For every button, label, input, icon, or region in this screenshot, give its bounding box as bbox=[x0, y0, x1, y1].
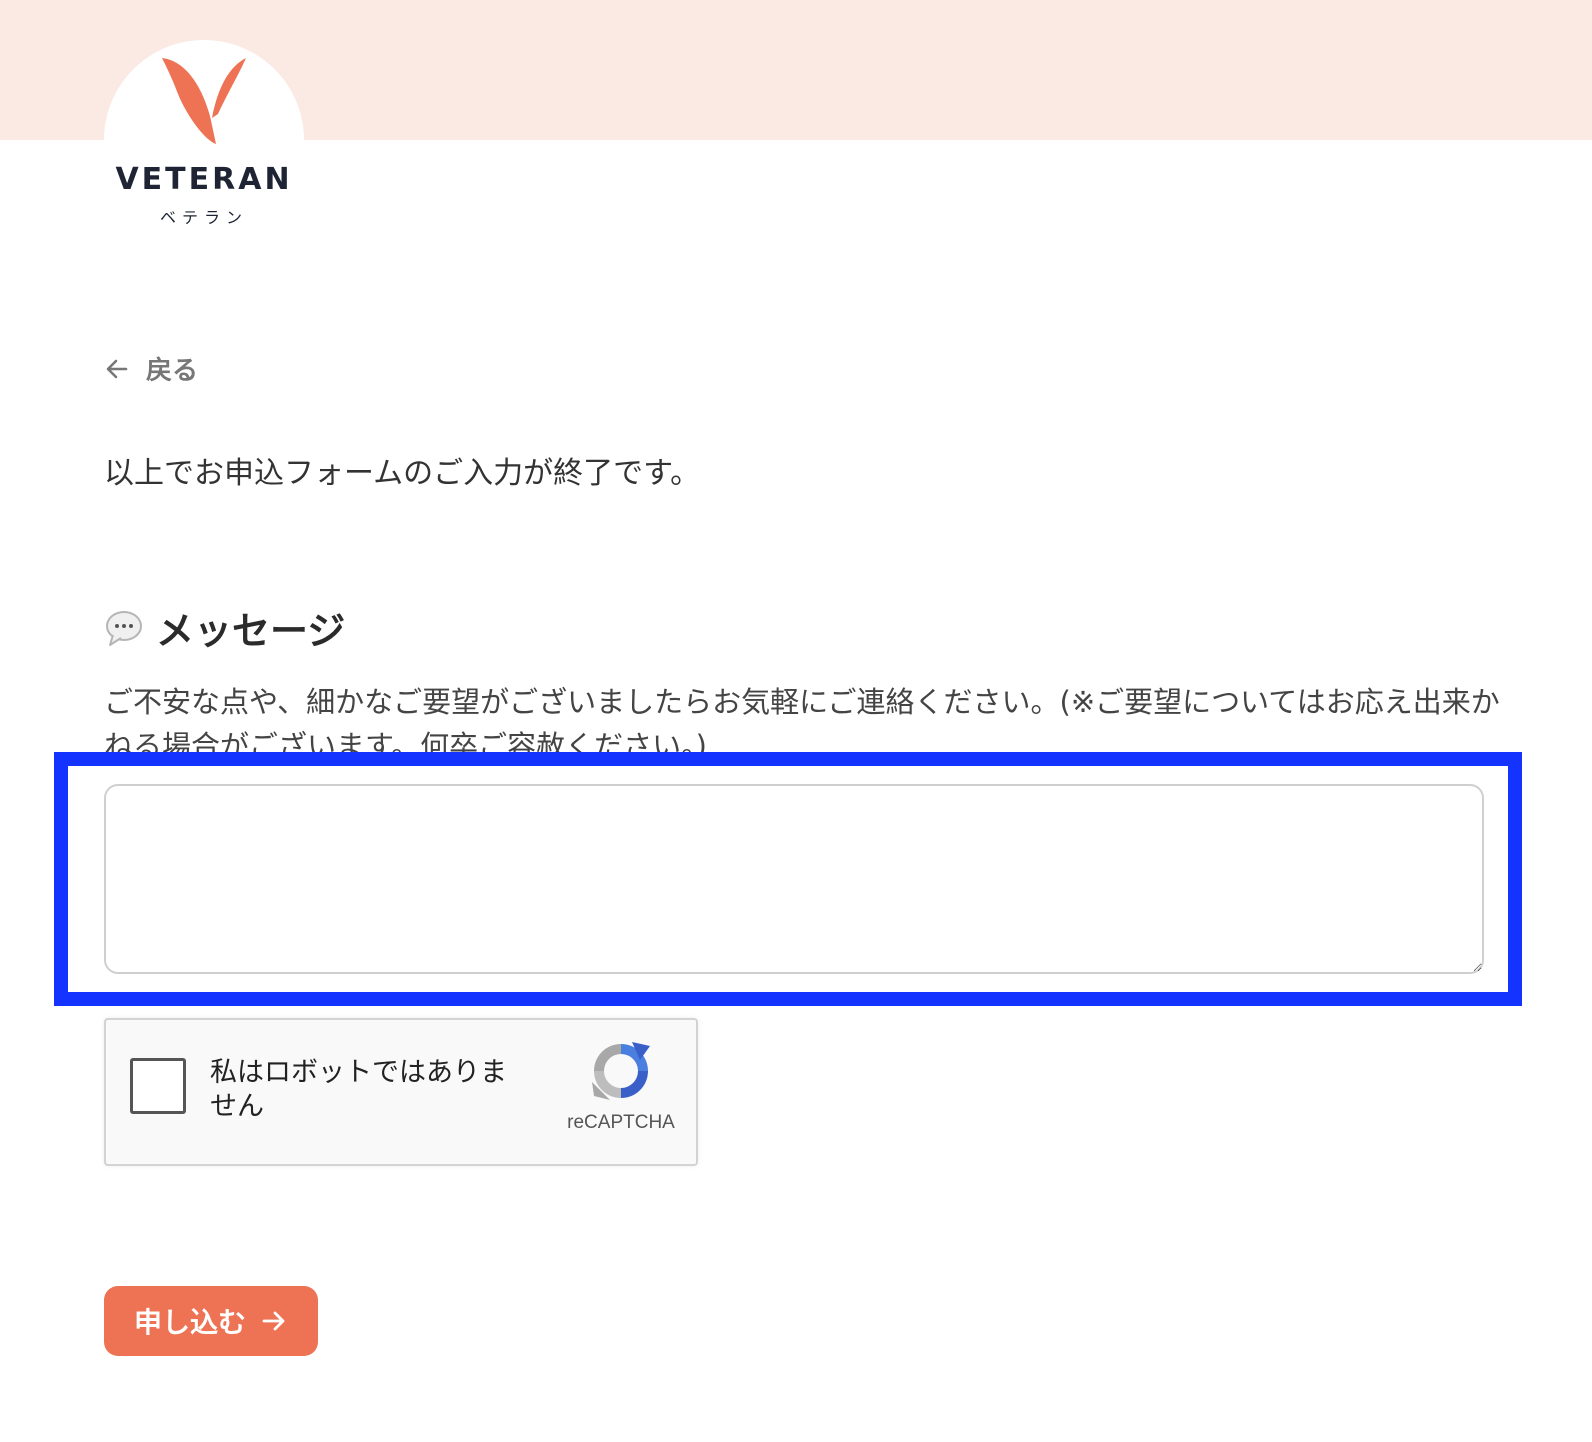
logo-kana: ベテラン bbox=[159, 208, 248, 227]
recaptcha-checkbox[interactable] bbox=[130, 1058, 186, 1114]
speech-bubble-icon bbox=[106, 610, 142, 646]
back-link-label: 戻る bbox=[146, 356, 199, 386]
arrow-left-icon bbox=[106, 359, 128, 378]
recaptcha-logo-icon bbox=[592, 1042, 650, 1100]
recaptcha-label: 私はロボットではありません bbox=[210, 1057, 507, 1122]
message-textarea[interactable] bbox=[104, 784, 1484, 974]
back-link[interactable]: 戻る bbox=[104, 350, 198, 387]
submit-button[interactable]: 申し込む bbox=[104, 1286, 318, 1356]
recaptcha-brand-label: reCAPTCHA bbox=[567, 1112, 675, 1133]
veteran-logo-mark-icon bbox=[162, 58, 246, 144]
recaptcha-widget: 私はロボットではありません reCAPTCHA bbox=[104, 1018, 698, 1166]
message-section-heading: メッセージ bbox=[104, 600, 345, 655]
application-form-page: VETERAN ベテラン 戻る 以上でお申込フォームのご入力が終了です。 メッセ… bbox=[0, 0, 1592, 1442]
message-section-title: メッセージ bbox=[156, 609, 346, 653]
message-section-description: ご不安な点や、細かなご要望がございましたらお気軽にご連絡ください。(※ご要望につ… bbox=[104, 685, 1500, 756]
submit-button-label: 申し込む bbox=[133, 1306, 246, 1339]
logo-wordmark: VETERAN bbox=[115, 162, 293, 197]
arrow-right-icon bbox=[262, 1311, 285, 1331]
completion-lead-text: 以上でお申込フォームのご入力が終了です。 bbox=[104, 456, 701, 491]
